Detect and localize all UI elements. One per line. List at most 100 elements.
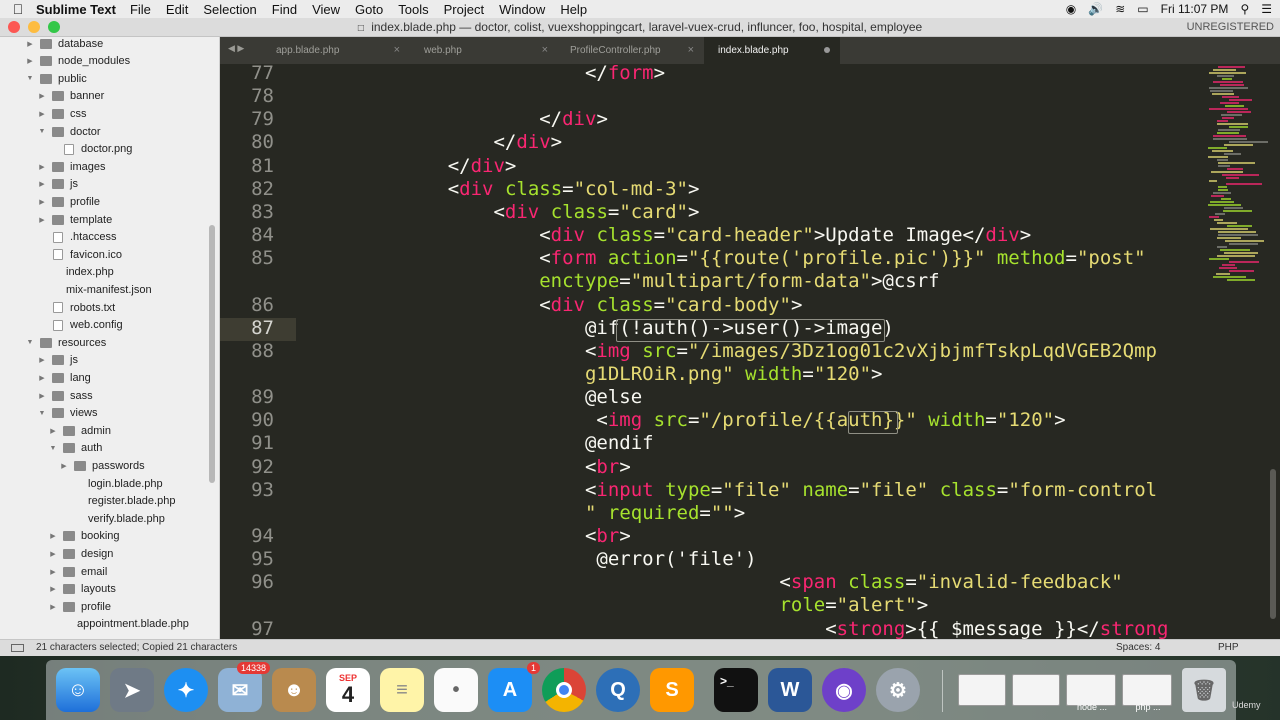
sidebar-file-robots-txt[interactable]: robots.txt [36,299,115,316]
sidebar-file--htaccess[interactable]: .htaccess [36,229,116,246]
disclosure-closed-icon[interactable]: ▶ [36,110,48,118]
sidebar-folder-profile[interactable]: ▶ profile [36,193,100,210]
word-icon[interactable]: W [768,668,812,712]
sidebar-folder-sass[interactable]: ▶ sass [36,387,92,404]
terminal-icon[interactable]: >_ [714,668,758,712]
disclosure-closed-icon[interactable]: ▶ [47,568,59,576]
sidebar-folder-js[interactable]: ▶ js [36,176,78,193]
reminders-icon[interactable]: • [434,668,478,712]
code-line[interactable]: <br> [299,525,631,548]
tab-profile-controller[interactable]: ProfileController.php × [556,37,702,64]
disclosure-open-icon[interactable]: ▼ [36,410,48,417]
code-line[interactable]: <div class="card-body"> [299,294,802,317]
disclosure-closed-icon[interactable]: ▶ [36,92,48,100]
wifi-icon[interactable]: ≋ [1115,2,1125,16]
menu-window[interactable]: Window [499,2,545,17]
sidebar-folder-passwords[interactable]: ▶ passwords [58,457,144,474]
volume-icon[interactable]: 🔊 [1088,2,1103,16]
code-line[interactable]: <strong>{{ $message }}</strong [299,618,1168,639]
code-line[interactable]: <img src="/profile/{{auth}}" width="120"… [299,409,1065,432]
code-line[interactable]: g1DLROiR.png" width="120"> [299,363,882,386]
disclosure-closed-icon[interactable]: ▶ [47,603,59,611]
code-line[interactable]: </form> [299,64,665,85]
code-line[interactable]: <input type="file" name="file" class="fo… [299,479,1157,502]
finder-icon[interactable]: ☺ [56,668,100,712]
sidebar-folder-images[interactable]: ▶ images [36,158,105,175]
code-line[interactable]: <br> [299,456,631,479]
code-line[interactable]: " required=""> [299,502,745,525]
launchpad-icon[interactable]: ➤ [110,668,154,712]
sidebar-folder-email[interactable]: ▶ email [47,563,107,580]
disclosure-closed-icon[interactable]: ▶ [24,57,36,65]
close-icon[interactable]: × [542,44,548,56]
sidebar-file-doctor-png[interactable]: doctor.png [47,141,132,158]
code-line[interactable]: <div class="card-header">Update Image</d… [299,224,1031,247]
contacts-icon[interactable]: ☻ [272,668,316,712]
sidebar-folder-js[interactable]: ▶ js [36,352,78,369]
menu-selection[interactable]: Selection [203,2,256,17]
sidebar-folder-node-modules[interactable]: ▶ node_modules [24,53,130,70]
tab-nav-arrows-icon[interactable]: ◀ ▶ [228,43,244,54]
tab-app-blade[interactable]: app.blade.php × [262,37,408,64]
menu-edit[interactable]: Edit [166,2,188,17]
disclosure-closed-icon[interactable]: ▶ [36,198,48,206]
code-line[interactable]: <div class="col-md-3"> [299,178,700,201]
disclosure-open-icon[interactable]: ▼ [24,339,36,346]
code-line[interactable]: @error('file') [299,548,756,571]
sidebar-folder-template[interactable]: ▶ template [36,211,112,228]
github-icon[interactable]: ◉ [822,668,866,712]
syntax-setting[interactable]: PHP [1218,642,1239,653]
disclosure-closed-icon[interactable]: ▶ [47,427,59,435]
disclosure-closed-icon[interactable]: ▶ [36,216,48,224]
code-line[interactable]: </div> [299,131,562,154]
disclosure-closed-icon[interactable]: ▶ [47,532,59,540]
trash-icon[interactable]: 🗑 [1182,668,1226,712]
calendar-icon[interactable]: SEP 4 [326,668,370,712]
apple-icon[interactable]:  [0,1,36,17]
disclosure-open-icon[interactable]: ▼ [24,75,36,82]
menu-help[interactable]: Help [560,2,587,17]
sidebar-file-verify-blade-php[interactable]: verify.blade.php [58,510,165,527]
sidebar-folder-doctor[interactable]: ▼ doctor [36,123,101,140]
sidebar-file-login-blade-php[interactable]: login.blade.php [58,475,163,492]
menu-tools[interactable]: Tools [398,2,428,17]
tab-index-blade[interactable]: index.blade.php [704,37,840,64]
code-line[interactable]: <form action="{{route('profile.pic')}}" … [299,247,1145,270]
vertical-scrollbar[interactable] [1270,469,1276,619]
sidebar-folder-booking[interactable]: ▶ booking [47,528,119,545]
sidebar-folder-public[interactable]: ▼ public [24,70,87,87]
disclosure-closed-icon[interactable]: ▶ [58,462,70,470]
disclosure-closed-icon[interactable]: ▶ [36,163,48,171]
clock[interactable]: Fri 11:07 PM [1161,2,1229,16]
sidebar-file-web-config[interactable]: web.config [36,317,123,334]
menu-view[interactable]: View [312,2,340,17]
close-icon[interactable]: × [394,44,400,56]
sidebar-file-mix-manifest-json[interactable]: mix-manifest.json [36,281,152,298]
code-editor[interactable]: 77 78 79 80 81 82 83 84 85 86 87 88 89 90 91 92 93 94 95 96… [220,64,1280,639]
disclosure-open-icon[interactable]: ▼ [36,128,48,135]
app-store-icon[interactable]: A1 [488,662,540,712]
sidebar-file-register-blade-php[interactable]: register.blade.php [58,493,175,510]
code-line[interactable]: role="alert"> [299,594,928,617]
code-line[interactable]: <img src="/images/3Dz1og01c2vXjbjmfTskpL… [299,340,1157,363]
disclosure-closed-icon[interactable]: ▶ [36,392,48,400]
sidebar-folder-admin[interactable]: ▶ admin [47,422,111,439]
sidebar-folder-auth[interactable]: ▼ auth [47,440,103,457]
sidebar-file-index-php[interactable]: index.php [36,264,114,281]
quicktime-icon[interactable]: Q [596,668,640,712]
sidebar-folder-resources[interactable]: ▼ resources [24,334,107,351]
disclosure-closed-icon[interactable]: ▶ [36,180,48,188]
sidebar-folder-lang[interactable]: ▶ lang [36,369,91,386]
disclosure-closed-icon[interactable]: ▶ [47,550,59,558]
sidebar-folder-design[interactable]: ▶ design [47,545,113,562]
sidebar-file-favicon-ico[interactable]: favicon.ico [36,246,122,263]
sublime-text-icon[interactable]: S [650,668,694,712]
sidebar-folder-banner[interactable]: ▶ banner [36,88,104,105]
disclosure-closed-icon[interactable]: ▶ [36,356,48,364]
code-line[interactable]: </div> [299,108,608,131]
safari-icon[interactable]: ✦ [164,668,208,712]
disclosure-open-icon[interactable]: ▼ [47,445,59,452]
app-name-menu[interactable]: Sublime Text [36,2,116,17]
menu-find[interactable]: Find [272,2,297,17]
menu-goto[interactable]: Goto [355,2,383,17]
